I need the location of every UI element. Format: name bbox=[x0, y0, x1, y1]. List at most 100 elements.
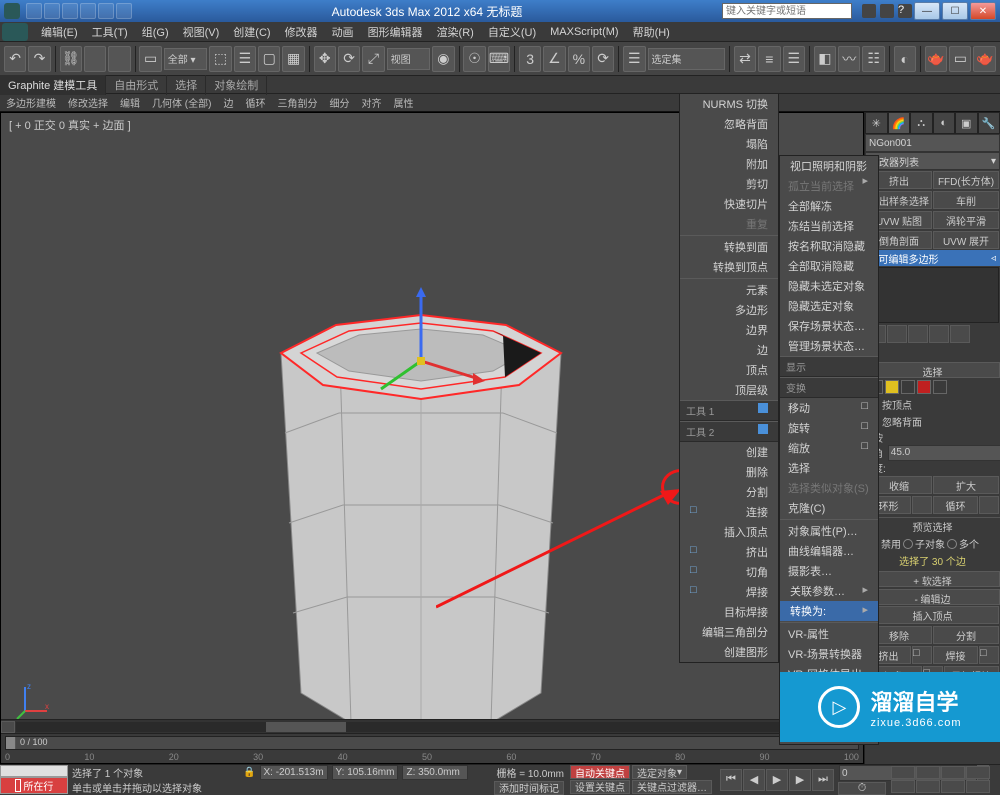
ctx-repeat[interactable]: 重复 bbox=[680, 214, 778, 234]
preview-multi-radio[interactable] bbox=[947, 539, 957, 549]
graphite-icon[interactable]: ◧ bbox=[814, 46, 836, 72]
ribbon-tab-paint[interactable]: 对象绘制 bbox=[206, 75, 267, 95]
zoom-all-icon[interactable] bbox=[916, 766, 940, 779]
spinner-snap-icon[interactable]: ⟳ bbox=[592, 46, 614, 72]
ctx-connect[interactable]: □连接 bbox=[680, 502, 778, 522]
select-by-name-icon[interactable]: ☰ bbox=[234, 46, 256, 72]
time-config-icon[interactable]: ⏱ bbox=[838, 782, 886, 795]
menu-views[interactable]: 视图(V) bbox=[176, 22, 227, 42]
named-selection-dropdown[interactable]: 选定集 bbox=[648, 48, 726, 70]
scale-icon[interactable]: ⤢ bbox=[362, 46, 384, 72]
ctx-element[interactable]: 元素 bbox=[680, 280, 778, 300]
display-tab-icon[interactable]: ▣ bbox=[955, 112, 978, 134]
motion-tab-icon[interactable]: ◐ bbox=[933, 112, 956, 134]
ctx-chamfer[interactable]: □切角 bbox=[680, 562, 778, 582]
ctx-dope-sheet[interactable]: 摄影表… bbox=[780, 561, 878, 581]
selection-filter-dropdown[interactable]: 全部 ▾ bbox=[164, 48, 208, 70]
ctx-delete[interactable]: 删除 bbox=[680, 462, 778, 482]
viewport-scrollbar[interactable] bbox=[1, 719, 863, 733]
menu-tools[interactable]: 工具(T) bbox=[85, 22, 135, 42]
cp-btn-ffd[interactable]: FFD(长方体) bbox=[933, 171, 999, 189]
ctx-vr-scene-conv[interactable]: VR-场景转换器 bbox=[780, 644, 878, 664]
border-subobj-icon[interactable] bbox=[901, 380, 915, 394]
ctx-select-similar[interactable]: 选择类似对象(S) bbox=[780, 478, 878, 498]
weld-settings-icon[interactable]: □ bbox=[979, 646, 999, 664]
configure-icon[interactable] bbox=[950, 325, 970, 343]
rotate-icon[interactable]: ⟳ bbox=[338, 46, 360, 72]
element-subobj-icon[interactable] bbox=[933, 380, 947, 394]
zoom-extents-all-icon[interactable] bbox=[966, 766, 990, 779]
chamfer-settings-icon[interactable]: □ bbox=[923, 666, 943, 684]
ribbon-tab-freeform[interactable]: 自由形式 bbox=[106, 75, 167, 95]
ctx-to-vertex[interactable]: 转换到顶点 bbox=[680, 257, 778, 277]
grow-button[interactable]: 扩大 bbox=[933, 476, 999, 494]
auto-key-button[interactable]: 所在行 bbox=[0, 777, 68, 794]
ctx-edit-tri[interactable]: 编辑三角剖分 bbox=[680, 622, 778, 642]
render-setup-icon[interactable]: 🫖 bbox=[925, 46, 947, 72]
ctx-vr-mesh-export[interactable]: VR-网格体导出 bbox=[780, 664, 878, 684]
menu-maxscript[interactable]: MAXScript(M) bbox=[543, 24, 625, 40]
cp-btn-turbo[interactable]: 涡轮平滑 bbox=[933, 211, 999, 229]
y-coord[interactable]: Y: 105.16mm bbox=[332, 765, 399, 780]
ribbon-item[interactable]: 属性 bbox=[387, 93, 419, 112]
unlink-icon[interactable] bbox=[84, 46, 106, 72]
ctx-obj-props[interactable]: 对象属性(P)… bbox=[780, 521, 878, 541]
scroll-left-icon[interactable] bbox=[1, 721, 15, 733]
hexagon-vase-model[interactable] bbox=[261, 283, 581, 743]
ctx-extrude[interactable]: □挤出 bbox=[680, 542, 778, 562]
hierarchy-tab-icon[interactable]: ⛬ bbox=[910, 112, 933, 134]
show-end-icon[interactable] bbox=[887, 325, 907, 343]
curve-editor-icon[interactable]: 〰 bbox=[838, 46, 860, 72]
time-slider[interactable]: 0 / 100 0102030405060708090100 bbox=[1, 733, 863, 763]
zoom-icon[interactable] bbox=[891, 766, 915, 779]
ribbon-item[interactable]: 多边形建模 bbox=[0, 93, 62, 112]
ctx-hide-unsel[interactable]: 隐藏未选定对象 bbox=[780, 276, 878, 296]
ctx-curve-editor[interactable]: 曲线编辑器… bbox=[780, 541, 878, 561]
cp-btn-uvwunwrap[interactable]: UVW 展开 bbox=[933, 231, 999, 249]
modify-tab-icon[interactable]: 🌈 bbox=[888, 112, 911, 134]
setkey-button[interactable]: 设置关键点 bbox=[570, 780, 630, 794]
window-crossing-icon[interactable]: ▦ bbox=[282, 46, 304, 72]
ctx-vr-props[interactable]: VR-属性 bbox=[780, 624, 878, 644]
ctx-quickslice[interactable]: 快速切片 bbox=[680, 194, 778, 214]
qat-btn[interactable] bbox=[116, 3, 132, 19]
layer-icon[interactable]: ☰ bbox=[783, 46, 805, 72]
ctx-vertex[interactable]: 顶点 bbox=[680, 360, 778, 380]
remove-mod-icon[interactable] bbox=[929, 325, 949, 343]
loop-spinner-icon[interactable] bbox=[979, 496, 999, 514]
menu-create[interactable]: 创建(C) bbox=[226, 22, 277, 42]
ctx-vr-frame-buffer[interactable]: VR-帧缓存 bbox=[780, 684, 878, 704]
ctx-create-shape[interactable]: 创建图形 bbox=[680, 642, 778, 662]
unique-icon[interactable] bbox=[908, 325, 928, 343]
ctx-weld[interactable]: □焊接 bbox=[680, 582, 778, 602]
loop-button[interactable]: 循环 bbox=[933, 496, 978, 514]
undo-icon[interactable]: ↶ bbox=[4, 46, 26, 72]
ref-coord-dropdown[interactable]: 视图 bbox=[387, 48, 431, 70]
qat-btn[interactable] bbox=[62, 3, 78, 19]
menu-customize[interactable]: 自定义(U) bbox=[481, 22, 543, 42]
qat-btn[interactable] bbox=[80, 3, 96, 19]
ribbon-tab-modeling[interactable]: Graphite 建模工具 bbox=[0, 75, 106, 95]
ribbon-item[interactable]: 循环 bbox=[239, 93, 271, 112]
connect-settings-icon[interactable]: □ bbox=[979, 686, 999, 704]
ctx-scale[interactable]: 缩放□ bbox=[780, 438, 878, 458]
maximize-viewport-icon[interactable] bbox=[966, 780, 990, 793]
ribbon-item[interactable]: 细分 bbox=[323, 93, 355, 112]
ribbon-tab-selection[interactable]: 选择 bbox=[167, 75, 206, 95]
render-frame-icon[interactable]: ▭ bbox=[949, 46, 971, 72]
pan-icon[interactable] bbox=[916, 780, 940, 793]
preview-subobj-radio[interactable] bbox=[903, 539, 913, 549]
schematic-icon[interactable]: ☷ bbox=[862, 46, 884, 72]
ctx-vr-scene-export[interactable]: VR-场景导出 bbox=[780, 704, 878, 724]
mirror-icon[interactable]: ⇄ bbox=[734, 46, 756, 72]
ctx-hide-sel[interactable]: 隐藏选定对象 bbox=[780, 296, 878, 316]
redo-icon[interactable]: ↷ bbox=[28, 46, 50, 72]
qat-btn[interactable] bbox=[44, 3, 60, 19]
menu-group[interactable]: 组(G) bbox=[135, 22, 176, 42]
fov-icon[interactable] bbox=[891, 780, 915, 793]
orbit-icon[interactable] bbox=[941, 780, 965, 793]
ctx-edge[interactable]: 边 bbox=[680, 340, 778, 360]
pivot-icon[interactable]: ◉ bbox=[432, 46, 454, 72]
zoom-extents-icon[interactable] bbox=[941, 766, 965, 779]
ctx-create[interactable]: 创建 bbox=[680, 442, 778, 462]
